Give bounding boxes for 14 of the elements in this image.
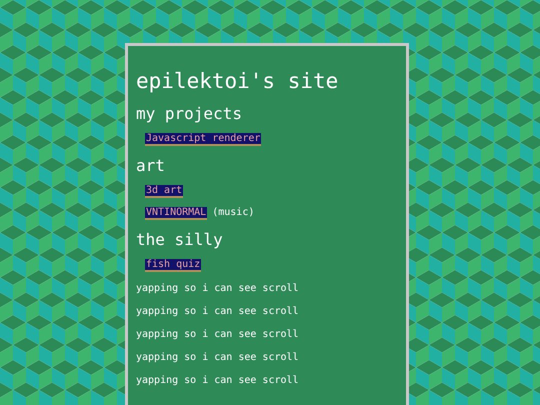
link[interactable]: Javascript renderer bbox=[145, 133, 262, 146]
link[interactable]: 3d art bbox=[145, 185, 184, 198]
link[interactable]: VNTINORMAL bbox=[145, 207, 208, 220]
paragraph: yapping so i can see scroll bbox=[136, 374, 300, 388]
paragraph: yapping so i can see scroll bbox=[136, 351, 300, 365]
paragraph: yapping so i can see scroll bbox=[136, 328, 300, 342]
link-note: (music) bbox=[212, 207, 254, 218]
paragraph: yapping so i can see scroll bbox=[136, 282, 300, 296]
link[interactable]: fish quiz bbox=[145, 259, 202, 272]
paragraph: yapping so i can see scroll bbox=[136, 305, 300, 319]
section-heading: art bbox=[136, 156, 166, 176]
section-heading: my projects bbox=[136, 104, 243, 124]
section-heading: the silly bbox=[136, 230, 224, 250]
site-title: epilektoi's site bbox=[136, 68, 340, 94]
